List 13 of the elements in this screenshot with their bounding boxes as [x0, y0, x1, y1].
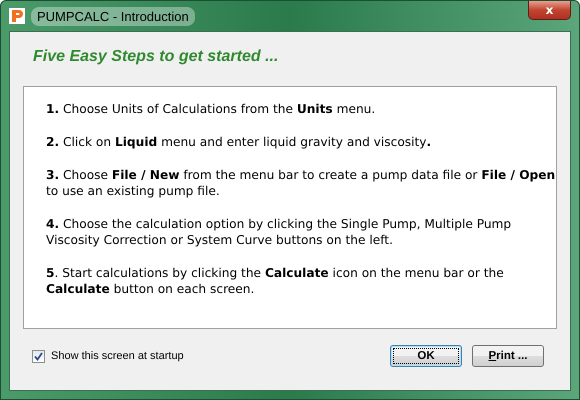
step-text: 4. Choose the calculation option by clicking the Single Pump, Multiple Pump Viscosity Correction or System Curve buttons on the left. [46, 216, 512, 248]
window-title: PUMPCALC - Introduction [31, 6, 195, 26]
ok-button[interactable]: OK [390, 345, 462, 367]
step-text: 3. Choose File / New from the menu bar to create a pump data file or File / Open to use an existing pump file. [46, 167, 556, 199]
app-logo-icon [9, 8, 25, 24]
close-button[interactable]: x [528, 1, 571, 20]
step-text: 5. Start calculations by clicking the Calculate icon on the menu bar or the Calculate button on each screen. [46, 265, 505, 297]
step-text: 2. Click on Liquid menu and enter liquid gravity and viscosity. [46, 134, 432, 150]
checkbox-box[interactable] [32, 350, 45, 362]
step-text: 1. Choose Units of Calculations from the Units menu. [46, 101, 376, 117]
print-button[interactable]: Print ... [472, 345, 544, 367]
startup-checkbox[interactable]: Show this screen at startup [32, 350, 184, 362]
intro-heading: Five Easy Steps to get started ... [33, 48, 280, 67]
